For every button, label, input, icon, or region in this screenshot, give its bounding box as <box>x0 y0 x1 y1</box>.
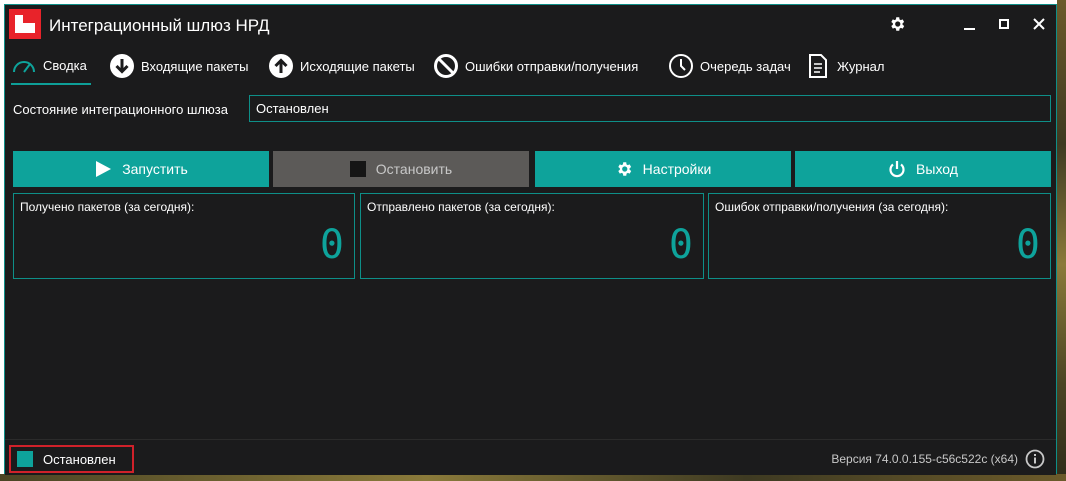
sent-packets-label: Отправлено пакетов (за сегодня): <box>367 200 555 214</box>
gateway-state-row: Состояние интеграционного шлюза <box>5 93 1056 125</box>
sent-packets-count: 0 <box>668 222 693 268</box>
errors-count: 0 <box>1015 222 1040 268</box>
version-text: Версия 74.0.0.155-c56c522c (x64) <box>831 452 1018 466</box>
tab-outgoing-packets[interactable]: Исходящие пакеты <box>268 47 415 85</box>
title-bar[interactable]: Интеграционный шлюз НРД <box>5 5 1056 45</box>
exit-button-label: Выход <box>916 161 958 177</box>
tab-label: Очередь задач <box>700 58 791 74</box>
info-button[interactable] <box>1025 449 1045 469</box>
errors-panel: Ошибок отправки/получения (за сегодня): … <box>708 193 1051 279</box>
minimize-icon <box>963 28 975 30</box>
stop-icon <box>349 161 366 177</box>
settings-button-label: Настройки <box>642 161 712 177</box>
tab-journal[interactable]: Журнал <box>805 47 884 85</box>
start-button[interactable]: Запустить <box>13 151 269 187</box>
action-buttons: Запустить Остановить Настройки Выход <box>5 151 1056 187</box>
exit-button[interactable]: Выход <box>795 151 1051 187</box>
tab-label: Входящие пакеты <box>141 58 249 74</box>
start-button-label: Запустить <box>122 161 188 177</box>
settings-button[interactable]: Настройки <box>535 151 791 187</box>
tab-label: Исходящие пакеты <box>300 58 415 74</box>
document-icon <box>805 53 831 79</box>
play-icon <box>94 160 112 178</box>
arrow-up-circle-icon <box>268 53 294 79</box>
gear-icon <box>891 17 905 31</box>
tab-incoming-packets[interactable]: Входящие пакеты <box>109 47 248 85</box>
gateway-state-label: Состояние интеграционного шлюза <box>13 102 228 117</box>
errors-label: Ошибок отправки/получения (за сегодня): <box>715 200 949 214</box>
desktop-background-bottom <box>0 474 1066 481</box>
tab-send-receive-errors[interactable]: Ошибки отправки/получения <box>433 47 638 85</box>
status-text: Остановлен <box>43 451 116 467</box>
maximize-button[interactable] <box>990 11 1018 37</box>
stop-button-label: Остановить <box>375 161 453 177</box>
tab-task-queue[interactable]: Очередь задач <box>668 47 791 85</box>
no-entry-icon <box>433 53 459 79</box>
maximize-icon <box>999 19 1009 29</box>
stop-button[interactable]: Остановить <box>273 151 529 187</box>
received-packets-panel: Получено пакетов (за сегодня): 0 <box>13 193 355 279</box>
clock-icon <box>668 53 694 79</box>
close-button[interactable] <box>1025 11 1053 37</box>
received-packets-count: 0 <box>319 222 344 268</box>
tab-label: Ошибки отправки/получения <box>465 58 639 74</box>
gateway-state-field[interactable] <box>249 95 1051 122</box>
gear-icon <box>615 160 633 178</box>
arrow-down-circle-icon <box>109 53 135 79</box>
app-window: Интеграционный шлюз НРД Сводка Входящие … <box>4 4 1057 475</box>
minimize-button[interactable] <box>955 11 983 37</box>
desktop-background <box>1057 0 1066 481</box>
app-logo <box>9 9 41 39</box>
tab-bar: Сводка Входящие пакеты Исходящие пакеты … <box>5 47 1056 85</box>
window-title: Интеграционный шлюз НРД <box>49 16 270 35</box>
tab-label: Сводка <box>43 57 87 73</box>
gauge-icon <box>11 52 37 78</box>
sent-packets-panel: Отправлено пакетов (за сегодня): 0 <box>360 193 704 279</box>
status-bar: Остановлен Версия 74.0.0.155-c56c522c (x… <box>5 439 1056 475</box>
received-packets-label: Получено пакетов (за сегодня): <box>20 200 195 214</box>
status-square-icon <box>17 451 33 467</box>
info-icon <box>1025 449 1045 469</box>
settings-gear-button[interactable] <box>883 11 911 37</box>
tab-label: Журнал <box>837 58 885 74</box>
status-indicator: Остановлен <box>9 445 134 473</box>
power-icon <box>888 160 906 178</box>
tab-summary[interactable]: Сводка <box>11 47 91 85</box>
close-icon <box>1033 18 1045 30</box>
